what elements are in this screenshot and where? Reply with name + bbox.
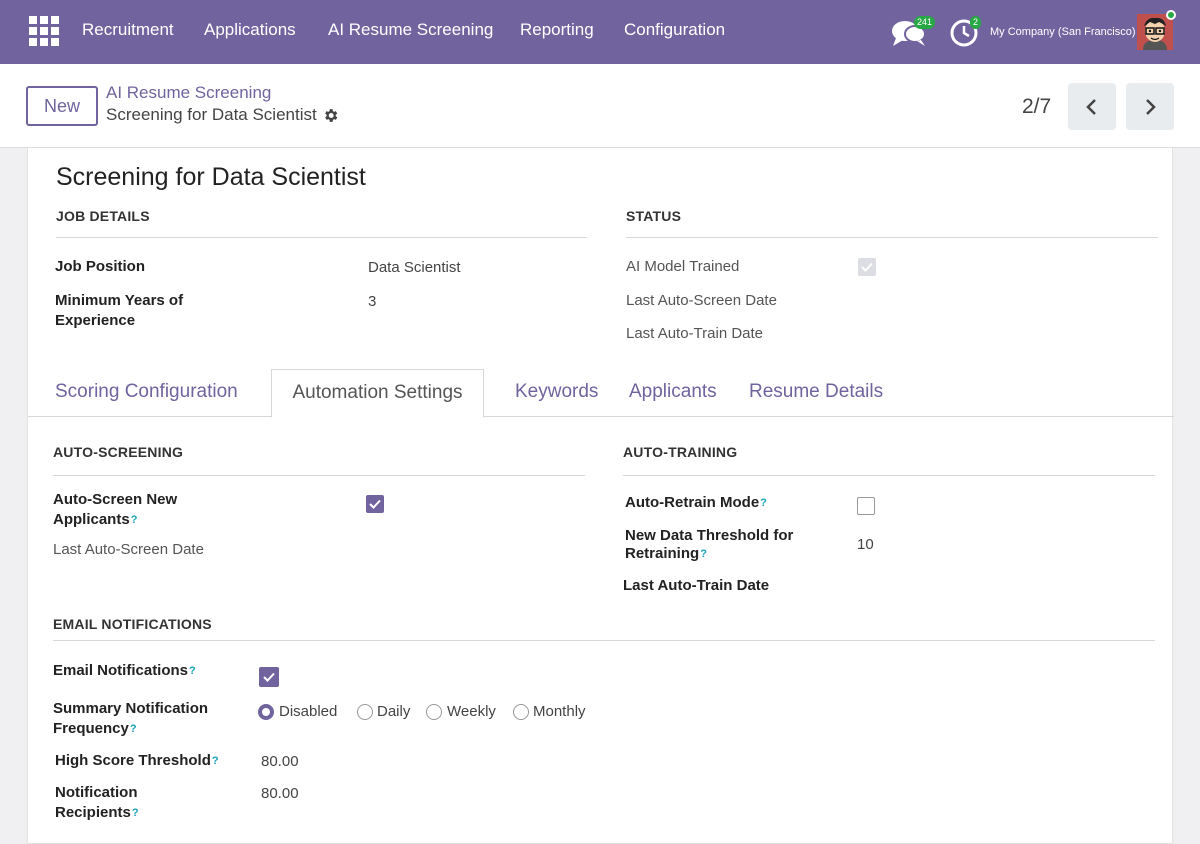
recipients-label: Notification Recipients? <box>55 784 139 821</box>
auto-screening-divider <box>53 475 585 476</box>
chevron-right-icon <box>1146 98 1156 115</box>
recipients-value[interactable]: 80.00 <box>261 785 299 802</box>
menu-configuration[interactable]: Configuration <box>624 20 725 40</box>
user-avatar[interactable] <box>1137 14 1173 50</box>
pager-next-button[interactable] <box>1126 83 1174 130</box>
email-notifications-heading: EMAIL NOTIFICATIONS <box>53 616 212 632</box>
auto-training-heading: AUTO-TRAINING <box>623 444 738 460</box>
form-sheet: Screening for Data Scientist JOB DETAILS… <box>27 148 1174 844</box>
top-navbar: Recruitment Applications AI Resume Scree… <box>0 0 1200 64</box>
menu-reporting[interactable]: Reporting <box>520 20 594 40</box>
help-icon[interactable]: ? <box>760 497 767 509</box>
frequency-option-label: Monthly <box>533 703 586 720</box>
new-button[interactable]: New <box>26 86 98 126</box>
menu-ai-resume-screening[interactable]: AI Resume Screening <box>328 20 493 40</box>
company-switcher[interactable]: My Company (San Francisco) <box>990 26 1136 38</box>
menu-recruitment[interactable]: Recruitment <box>82 20 174 40</box>
frequency-option-label: Daily <box>377 703 411 720</box>
auto-training-divider <box>623 475 1155 476</box>
auto-screen-checkbox[interactable] <box>366 495 384 513</box>
tab-automation-settings[interactable]: Automation Settings <box>271 369 484 418</box>
breadcrumb-current: Screening for Data Scientist <box>106 105 317 124</box>
breadcrumb-parent-link[interactable]: AI Resume Screening <box>106 83 271 103</box>
job-details-heading: JOB DETAILS <box>56 208 150 224</box>
frequency-radio-weekly[interactable] <box>426 704 442 720</box>
pager-value[interactable]: 2/7 <box>1022 95 1051 119</box>
frequency-label: Summary Notification Frequency? <box>53 700 209 737</box>
frequency-radio-disabled[interactable] <box>258 704 274 720</box>
threshold-value[interactable]: 10 <box>857 536 874 553</box>
help-icon[interactable]: ? <box>132 807 139 819</box>
ai-model-trained-label: AI Model Trained <box>626 258 740 275</box>
record-title: Screening for Data Scientist <box>56 163 366 191</box>
retrain-mode-label: Auto-Retrain Mode? <box>625 494 767 511</box>
help-icon[interactable]: ? <box>700 548 707 560</box>
tab-keywords[interactable]: Keywords <box>515 381 598 403</box>
activity-count-badge: 2 <box>970 16 982 29</box>
retrain-mode-checkbox[interactable] <box>857 497 875 515</box>
chat-icon[interactable]: 241 <box>890 16 936 48</box>
activity-clock-icon[interactable]: 2 <box>948 16 982 48</box>
chevron-left-icon <box>1086 98 1096 115</box>
frequency-radio-daily[interactable] <box>357 704 373 720</box>
auto-screening-last-date-label: Last Auto-Screen Date <box>53 541 204 558</box>
min-years-label: Minimum Years of Experience <box>55 292 184 329</box>
tab-resume-details[interactable]: Resume Details <box>749 381 883 403</box>
email-notifications-checkbox[interactable] <box>259 667 279 687</box>
min-years-value[interactable]: 3 <box>368 293 376 310</box>
gear-icon[interactable] <box>322 107 339 124</box>
high-score-value[interactable]: 80.00 <box>261 753 299 770</box>
tab-applicants[interactable]: Applicants <box>629 381 717 403</box>
tab-scoring-configuration[interactable]: Scoring Configuration <box>55 381 238 403</box>
threshold-label: New Data Threshold for Retraining? <box>625 527 794 562</box>
menu-applications[interactable]: Applications <box>204 20 296 40</box>
status-heading: STATUS <box>626 208 682 224</box>
help-icon[interactable]: ? <box>189 665 196 677</box>
help-icon[interactable]: ? <box>131 514 138 526</box>
ai-model-trained-checkbox <box>858 258 876 276</box>
auto-training-last-date-label: Last Auto-Train Date <box>623 577 770 594</box>
online-status-dot <box>1166 10 1176 20</box>
help-icon[interactable]: ? <box>130 723 137 735</box>
auto-screen-label: Auto-Screen New Applicants? <box>53 491 178 528</box>
job-position-label: Job Position <box>55 258 145 275</box>
tabs-divider <box>28 416 1174 417</box>
frequency-radio-monthly[interactable] <box>513 704 529 720</box>
help-icon[interactable]: ? <box>212 755 219 767</box>
frequency-option-label: Weekly <box>447 703 496 720</box>
auto-screening-heading: AUTO-SCREENING <box>53 444 184 460</box>
status-last-auto-screen-label: Last Auto-Screen Date <box>626 292 777 309</box>
pager-previous-button[interactable] <box>1068 83 1116 130</box>
control-panel: New AI Resume Screening Screening for Da… <box>0 64 1200 148</box>
status-divider <box>626 237 1158 238</box>
chat-count-badge: 241 <box>914 16 936 29</box>
job-details-divider <box>56 237 587 238</box>
email-notifications-divider <box>53 640 1155 641</box>
status-last-auto-train-label: Last Auto-Train Date <box>626 325 764 342</box>
frequency-option-label: Disabled <box>279 703 338 720</box>
apps-grid-icon[interactable] <box>29 16 59 46</box>
high-score-label: High Score Threshold? <box>55 752 219 769</box>
job-position-value[interactable]: Data Scientist <box>368 259 461 276</box>
email-notifications-label: Email Notifications? <box>53 662 196 679</box>
